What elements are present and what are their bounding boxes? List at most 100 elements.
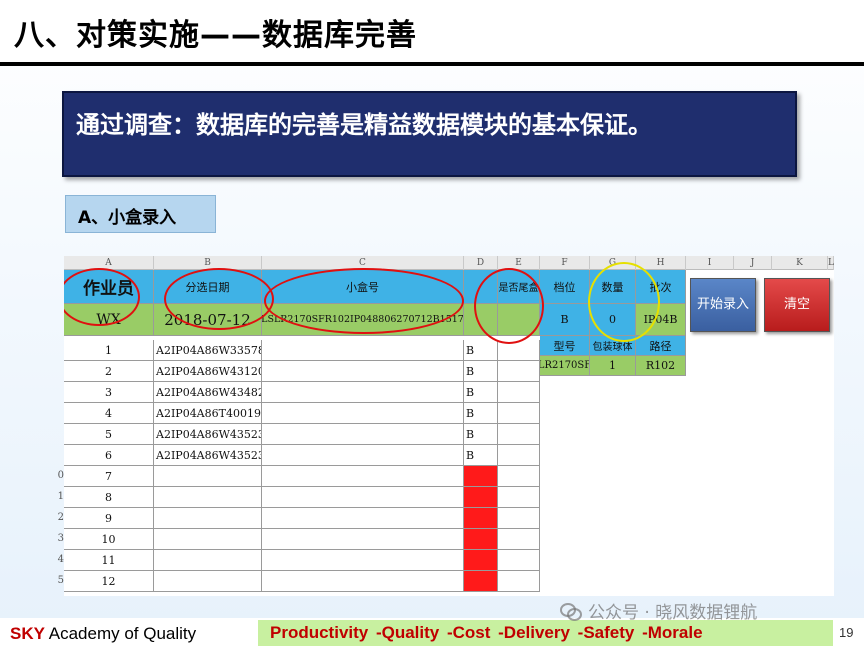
spreadsheet[interactable]: A B C D E F G H I J K L 作业员 分选日期 小盒号 是否尾… [64, 256, 834, 596]
row-code-cell[interactable] [154, 550, 262, 571]
input-position[interactable]: B [540, 304, 590, 336]
row-code-cell[interactable] [154, 529, 262, 550]
row-box-cell[interactable] [262, 487, 464, 508]
row-code-cell[interactable]: A2IP04A86W3357806 [154, 340, 262, 361]
row-index-cell[interactable]: 12 [64, 571, 154, 592]
row-grade-cell[interactable] [464, 466, 498, 487]
footer-brand-rest: Academy of Quality [44, 624, 197, 643]
watermark: 公众号 · 晓风数据锂航 [560, 598, 757, 623]
input-batch[interactable]: IP04B [636, 304, 686, 336]
row-code-cell[interactable]: A2IP04A86W4312027 [154, 361, 262, 382]
gutter-row-number: 2 [57, 512, 64, 523]
row-index-cell[interactable]: 2 [64, 361, 154, 382]
row-code-cell[interactable] [154, 571, 262, 592]
column-c-header[interactable]: C [262, 256, 464, 270]
row-index-cell[interactable]: 4 [64, 403, 154, 424]
row-index-cell[interactable]: 5 [64, 424, 154, 445]
footer-brand: SKY Academy of Quality [10, 624, 196, 644]
header-operator: 作业员 [64, 270, 154, 304]
input-operator[interactable]: WX [64, 304, 154, 336]
row-tail-cell[interactable] [498, 550, 540, 571]
row-tail-cell[interactable] [498, 529, 540, 550]
row-tail-cell[interactable] [498, 445, 540, 466]
header-quantity: 数量 [590, 270, 636, 304]
row-grade-cell[interactable] [464, 508, 498, 529]
row-index-cell[interactable]: 10 [64, 529, 154, 550]
row-grade-cell[interactable] [464, 529, 498, 550]
row-code-cell[interactable] [154, 466, 262, 487]
footer-brand-strong: SKY [10, 624, 45, 643]
column-f-header[interactable]: F [540, 256, 590, 270]
row-grade-cell[interactable]: B [464, 424, 498, 445]
row-tail-cell[interactable] [498, 466, 540, 487]
row-box-cell[interactable] [262, 340, 464, 361]
row-index-cell[interactable]: 6 [64, 445, 154, 466]
gutter-row-number: 4 [57, 554, 64, 565]
row-index-cell[interactable]: 7 [64, 466, 154, 487]
row-box-cell[interactable] [262, 529, 464, 550]
header-tail-box: 是否尾盒 [498, 270, 540, 304]
input-tail-box[interactable] [498, 304, 540, 336]
start-entry-button[interactable]: 开始录入 [690, 278, 756, 332]
row-grade-cell[interactable]: B [464, 382, 498, 403]
column-k-header[interactable]: K [772, 256, 828, 270]
row-box-cell[interactable] [262, 403, 464, 424]
info-model[interactable]: LR2170SF [540, 356, 590, 376]
column-d-header[interactable]: D [464, 256, 498, 270]
watermark-text: 公众号 · 晓风数据锂航 [588, 603, 758, 623]
row-index-cell[interactable]: 3 [64, 382, 154, 403]
row-grade-cell[interactable] [464, 571, 498, 592]
row-code-cell[interactable]: A2IP04A86T4001994 [154, 403, 262, 424]
header-sort-date: 分选日期 [154, 270, 262, 304]
column-h-header[interactable]: H [636, 256, 686, 270]
row-index-cell[interactable]: 9 [64, 508, 154, 529]
row-box-cell[interactable] [262, 508, 464, 529]
row-box-cell[interactable] [262, 571, 464, 592]
row-box-cell[interactable] [262, 361, 464, 382]
input-box-no[interactable]: LSLR2170SFR102IP04880627071​2B1517 [262, 304, 464, 336]
info-route[interactable]: R102 [636, 356, 686, 376]
row-code-cell[interactable]: A2IP04A86W4352360 [154, 424, 262, 445]
row-box-cell[interactable] [262, 424, 464, 445]
input-quantity[interactable]: 0 [590, 304, 636, 336]
banner: 通过调查：数据库的完善是精益数据模块的基本保证。 [62, 91, 797, 177]
row-tail-cell[interactable] [498, 424, 540, 445]
row-grade-cell[interactable]: B [464, 340, 498, 361]
row-tail-cell[interactable] [498, 340, 540, 361]
row-tail-cell[interactable] [498, 487, 540, 508]
header-box-no: 小盒号 [262, 270, 464, 304]
row-tail-cell[interactable] [498, 361, 540, 382]
column-a-header[interactable]: A [64, 256, 154, 270]
row-code-cell[interactable]: A2IP04A86W4348210 [154, 382, 262, 403]
row-index-cell[interactable]: 1 [64, 340, 154, 361]
row-grade-cell[interactable]: B [464, 445, 498, 466]
column-i-header[interactable]: I [686, 256, 734, 270]
row-code-cell[interactable] [154, 487, 262, 508]
row-tail-cell[interactable] [498, 382, 540, 403]
footer-slogan: Productivity -Quality -Cost -Delivery -S… [258, 620, 833, 646]
row-code-cell[interactable] [154, 508, 262, 529]
row-box-cell[interactable] [262, 466, 464, 487]
row-box-cell[interactable] [262, 445, 464, 466]
row-box-cell[interactable] [262, 550, 464, 571]
clear-button[interactable]: 清空 [764, 278, 830, 332]
column-j-header[interactable]: J [734, 256, 772, 270]
row-grade-cell[interactable]: B [464, 403, 498, 424]
column-l-header[interactable]: L [828, 256, 834, 270]
row-tail-cell[interactable] [498, 571, 540, 592]
row-code-cell[interactable]: A2IP04A86W4352370 [154, 445, 262, 466]
info-pack-count[interactable]: 1 [590, 356, 636, 376]
column-b-header[interactable]: B [154, 256, 262, 270]
row-grade-cell[interactable] [464, 550, 498, 571]
row-box-cell[interactable] [262, 382, 464, 403]
column-e-header[interactable]: E [498, 256, 540, 270]
row-tail-cell[interactable] [498, 508, 540, 529]
column-g-header[interactable]: G [590, 256, 636, 270]
row-index-cell[interactable]: 11 [64, 550, 154, 571]
input-blank-d[interactable] [464, 304, 498, 336]
row-index-cell[interactable]: 8 [64, 487, 154, 508]
row-tail-cell[interactable] [498, 403, 540, 424]
input-sort-date[interactable]: 2018-07-12 [154, 304, 262, 336]
row-grade-cell[interactable] [464, 487, 498, 508]
row-grade-cell[interactable]: B [464, 361, 498, 382]
